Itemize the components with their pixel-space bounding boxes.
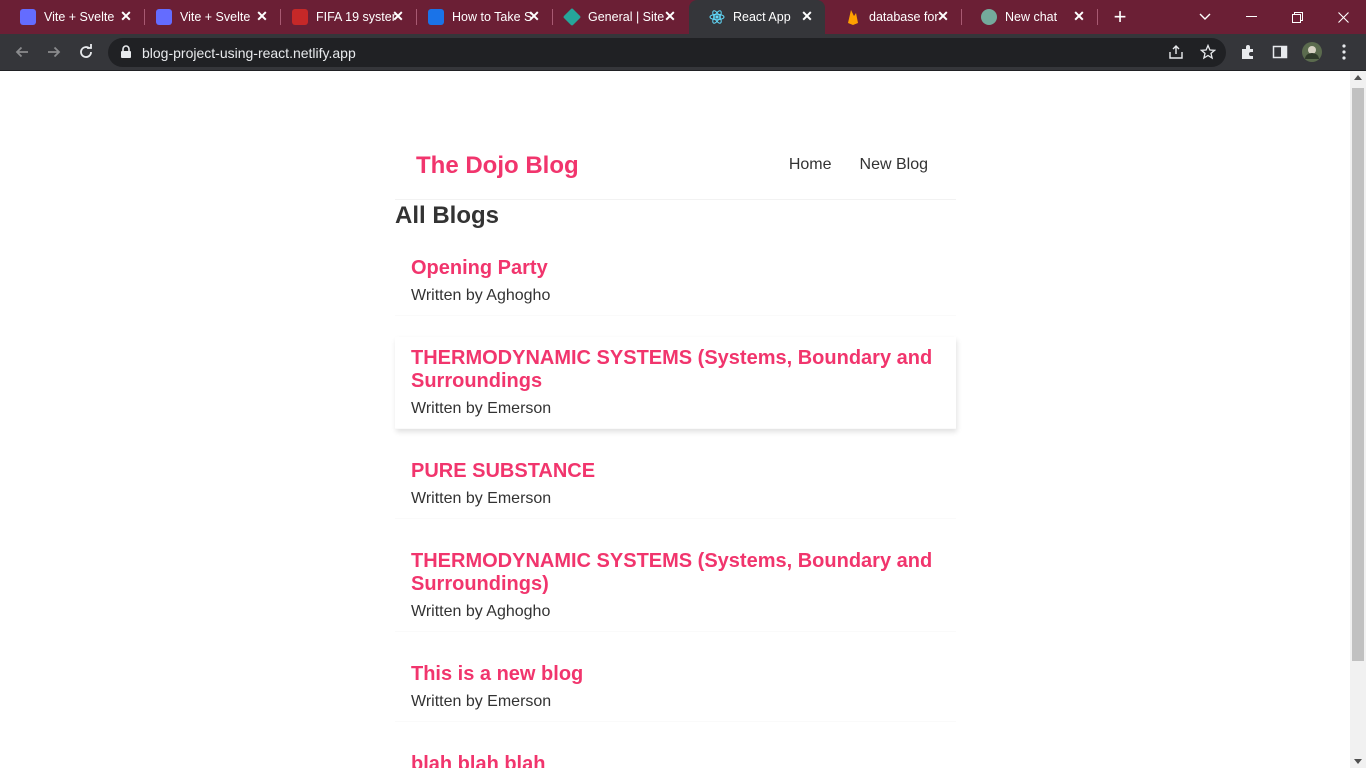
blog-title[interactable]: This is a new blog	[411, 663, 940, 686]
scroll-up-arrow-icon[interactable]	[1354, 75, 1362, 80]
tab-title: Vite + Svelte	[180, 10, 251, 24]
menu-kebab-icon[interactable]	[1332, 40, 1356, 64]
blog-author: Written by Emerson	[411, 693, 552, 710]
minimize-icon[interactable]	[1228, 0, 1274, 34]
tab-new-chat[interactable]: New chat ✕	[961, 0, 1098, 34]
site-navbar: The Dojo Blog Home New Blog	[395, 142, 956, 200]
bookmark-star-icon[interactable]	[1196, 40, 1220, 64]
reload-icon[interactable]	[74, 40, 98, 64]
close-tab-icon[interactable]: ✕	[799, 8, 815, 24]
vite-favicon-icon	[156, 9, 172, 25]
page-scrollbar[interactable]	[1350, 71, 1366, 768]
blog-preview[interactable]: This is a new blog Written by Emerson	[395, 653, 956, 722]
blog-title[interactable]: PURE SUBSTANCE	[411, 460, 940, 483]
forward-arrow-icon[interactable]	[42, 40, 66, 64]
url-text: blog-project-using-react.netlify.app	[142, 45, 356, 61]
share-icon[interactable]	[1164, 40, 1188, 64]
close-tab-icon[interactable]: ✕	[526, 8, 542, 24]
back-arrow-icon[interactable]	[10, 40, 34, 64]
nav-home-link[interactable]: Home	[789, 156, 832, 174]
blog-title[interactable]: Opening Party	[411, 257, 940, 280]
tab-title: Vite + Svelte	[44, 10, 115, 24]
site-brand[interactable]: The Dojo Blog	[416, 152, 579, 180]
tab-general-site[interactable]: General | Site ✕	[544, 0, 688, 34]
tab-vite-svelte-1[interactable]: Vite + Svelte ✕	[0, 0, 145, 34]
blog-preview[interactable]: blah blah blah	[395, 743, 956, 768]
close-window-icon[interactable]	[1320, 0, 1366, 34]
blog-author: Written by Emerson	[411, 490, 552, 507]
tab-vite-svelte-2[interactable]: Vite + Svelte ✕	[136, 0, 281, 34]
browser-toolbar: blog-project-using-react.netlify.app	[0, 34, 1366, 71]
blog-title[interactable]: THERMODYNAMIC SYSTEMS (Systems, Boundary…	[411, 347, 940, 393]
blog-author: Written by Aghogho	[411, 287, 551, 304]
blog-author: Written by Emerson	[411, 400, 552, 417]
tab-database[interactable]: database for ✕	[825, 0, 962, 34]
side-panel-icon[interactable]	[1268, 40, 1292, 64]
profile-avatar-icon[interactable]	[1300, 40, 1324, 64]
close-tab-icon[interactable]: ✕	[390, 8, 406, 24]
vite-favicon-icon	[20, 9, 36, 25]
blog-list-section: All Blogs Opening Party Written by Aghog…	[395, 200, 956, 768]
tab-title: General | Site	[588, 10, 665, 24]
tab-fifa[interactable]: FIFA 19 system ✕	[272, 0, 417, 34]
close-tab-icon[interactable]: ✕	[118, 8, 134, 24]
blog-preview[interactable]: THERMODYNAMIC SYSTEMS (Systems, Boundary…	[395, 337, 956, 429]
nav-links: Home New Blog	[789, 156, 928, 174]
close-tab-icon[interactable]: ✕	[254, 8, 270, 24]
tab-react-app[interactable]: React App ✕	[689, 0, 825, 34]
tab-title: FIFA 19 system	[316, 10, 396, 24]
react-favicon-icon	[709, 9, 725, 25]
page-title: All Blogs	[395, 202, 500, 229]
tab-how-to[interactable]: How to Take S ✕	[408, 0, 553, 34]
blog-title[interactable]: blah blah blah	[411, 753, 940, 768]
scroll-down-arrow-icon[interactable]	[1354, 759, 1362, 764]
blog-preview[interactable]: PURE SUBSTANCE Written by Emerson	[395, 450, 956, 519]
new-tab-plus-icon[interactable]: +	[1108, 4, 1132, 29]
tab-title: How to Take S	[452, 10, 532, 24]
close-tab-icon[interactable]: ✕	[662, 8, 678, 24]
tab-search-chevron-icon[interactable]	[1182, 0, 1228, 34]
extensions-puzzle-icon[interactable]	[1236, 40, 1260, 64]
close-tab-icon[interactable]: ✕	[1071, 8, 1087, 24]
diamond-favicon-icon	[562, 7, 582, 27]
lock-icon	[120, 45, 132, 64]
tab-strip: Vite + Svelte ✕ Vite + Svelte ✕ FIFA 19 …	[0, 0, 1366, 34]
nav-new-blog-link[interactable]: New Blog	[860, 156, 928, 174]
chatgpt-favicon-icon	[981, 9, 997, 25]
fifa-favicon-icon	[292, 9, 308, 25]
close-tab-icon[interactable]: ✕	[935, 8, 951, 24]
address-bar[interactable]: blog-project-using-react.netlify.app	[108, 38, 1226, 67]
firebase-favicon-icon	[845, 9, 861, 25]
blog-title[interactable]: THERMODYNAMIC SYSTEMS (Systems, Boundary…	[411, 550, 940, 596]
blog-preview[interactable]: Opening Party Written by Aghogho	[395, 247, 956, 316]
blog-preview[interactable]: THERMODYNAMIC SYSTEMS (Systems, Boundary…	[395, 540, 956, 632]
article-favicon-icon	[428, 9, 444, 25]
restore-icon[interactable]	[1274, 0, 1320, 34]
tab-separator	[1097, 9, 1098, 25]
scrollbar-thumb[interactable]	[1352, 88, 1364, 661]
blog-author: Written by Aghogho	[411, 603, 551, 620]
